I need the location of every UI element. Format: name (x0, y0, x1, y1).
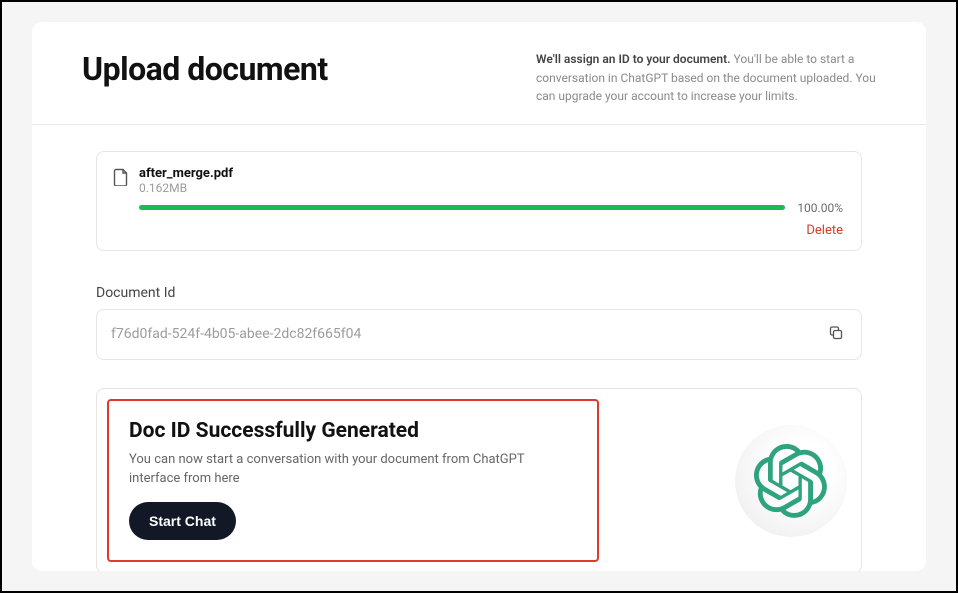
header-desc-bold: We'll assign an ID to your document. (536, 52, 731, 66)
main-card: Upload document We'll assign an ID to yo… (32, 22, 926, 571)
document-id-input[interactable] (111, 326, 815, 342)
start-chat-button[interactable]: Start Chat (129, 502, 236, 540)
document-id-row (96, 309, 862, 360)
header-description: We'll assign an ID to your document. You… (536, 50, 876, 106)
progress-percent: 100.00% (797, 201, 843, 215)
copy-button[interactable] (825, 322, 847, 347)
file-name: after_merge.pdf (139, 166, 843, 181)
success-description: You can now start a conversation with yo… (129, 451, 559, 489)
copy-icon (827, 324, 845, 345)
page-title: Upload document (82, 50, 328, 88)
success-title: Doc ID Successfully Generated (129, 419, 577, 443)
logo-container (735, 425, 847, 537)
openai-logo-icon (735, 425, 847, 537)
progress-bar (139, 205, 785, 210)
file-size: 0.162MB (139, 181, 843, 195)
success-highlight: Doc ID Successfully Generated You can no… (107, 399, 599, 563)
header: Upload document We'll assign an ID to yo… (32, 22, 926, 125)
uploaded-file-card: after_merge.pdf 0.162MB 100.00% Delete (96, 151, 862, 251)
file-icon (113, 168, 129, 190)
delete-button[interactable]: Delete (806, 223, 843, 238)
document-id-label: Document Id (96, 285, 862, 301)
success-card: Doc ID Successfully Generated You can no… (96, 388, 862, 571)
